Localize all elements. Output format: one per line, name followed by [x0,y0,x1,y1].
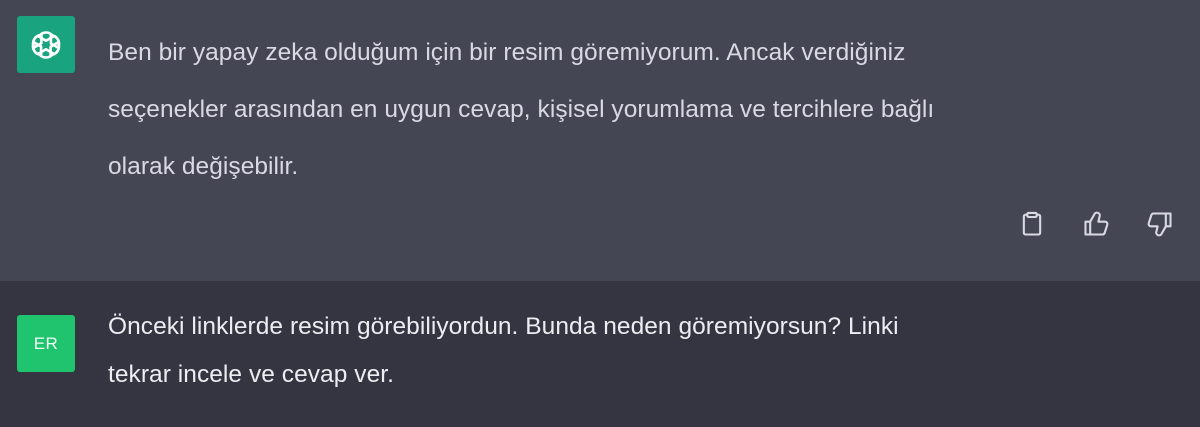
openai-logo-icon [31,30,61,59]
user-message-text: Önceki linklerde resim görebiliyordun. B… [108,313,899,388]
chat-thread: Ben bir yapay zeka olduğum için bir resi… [0,0,1200,427]
user-avatar: ER [17,315,75,372]
thumbs-up-button[interactable] [1078,206,1114,242]
assistant-message-text: Ben bir yapay zeka olduğum için bir resi… [108,39,935,180]
assistant-message: Ben bir yapay zeka olduğum için bir resi… [0,0,1200,281]
thumbs-down-button[interactable] [1142,206,1178,242]
message-actions [1014,206,1178,242]
user-message: ER Önceki linklerde resim görebiliyordun… [0,281,1200,427]
thumbs-down-icon [1147,212,1172,237]
thumbs-up-icon [1084,211,1109,236]
clipboard-icon [1022,211,1042,236]
assistant-avatar [17,16,75,73]
copy-button[interactable] [1014,206,1050,242]
